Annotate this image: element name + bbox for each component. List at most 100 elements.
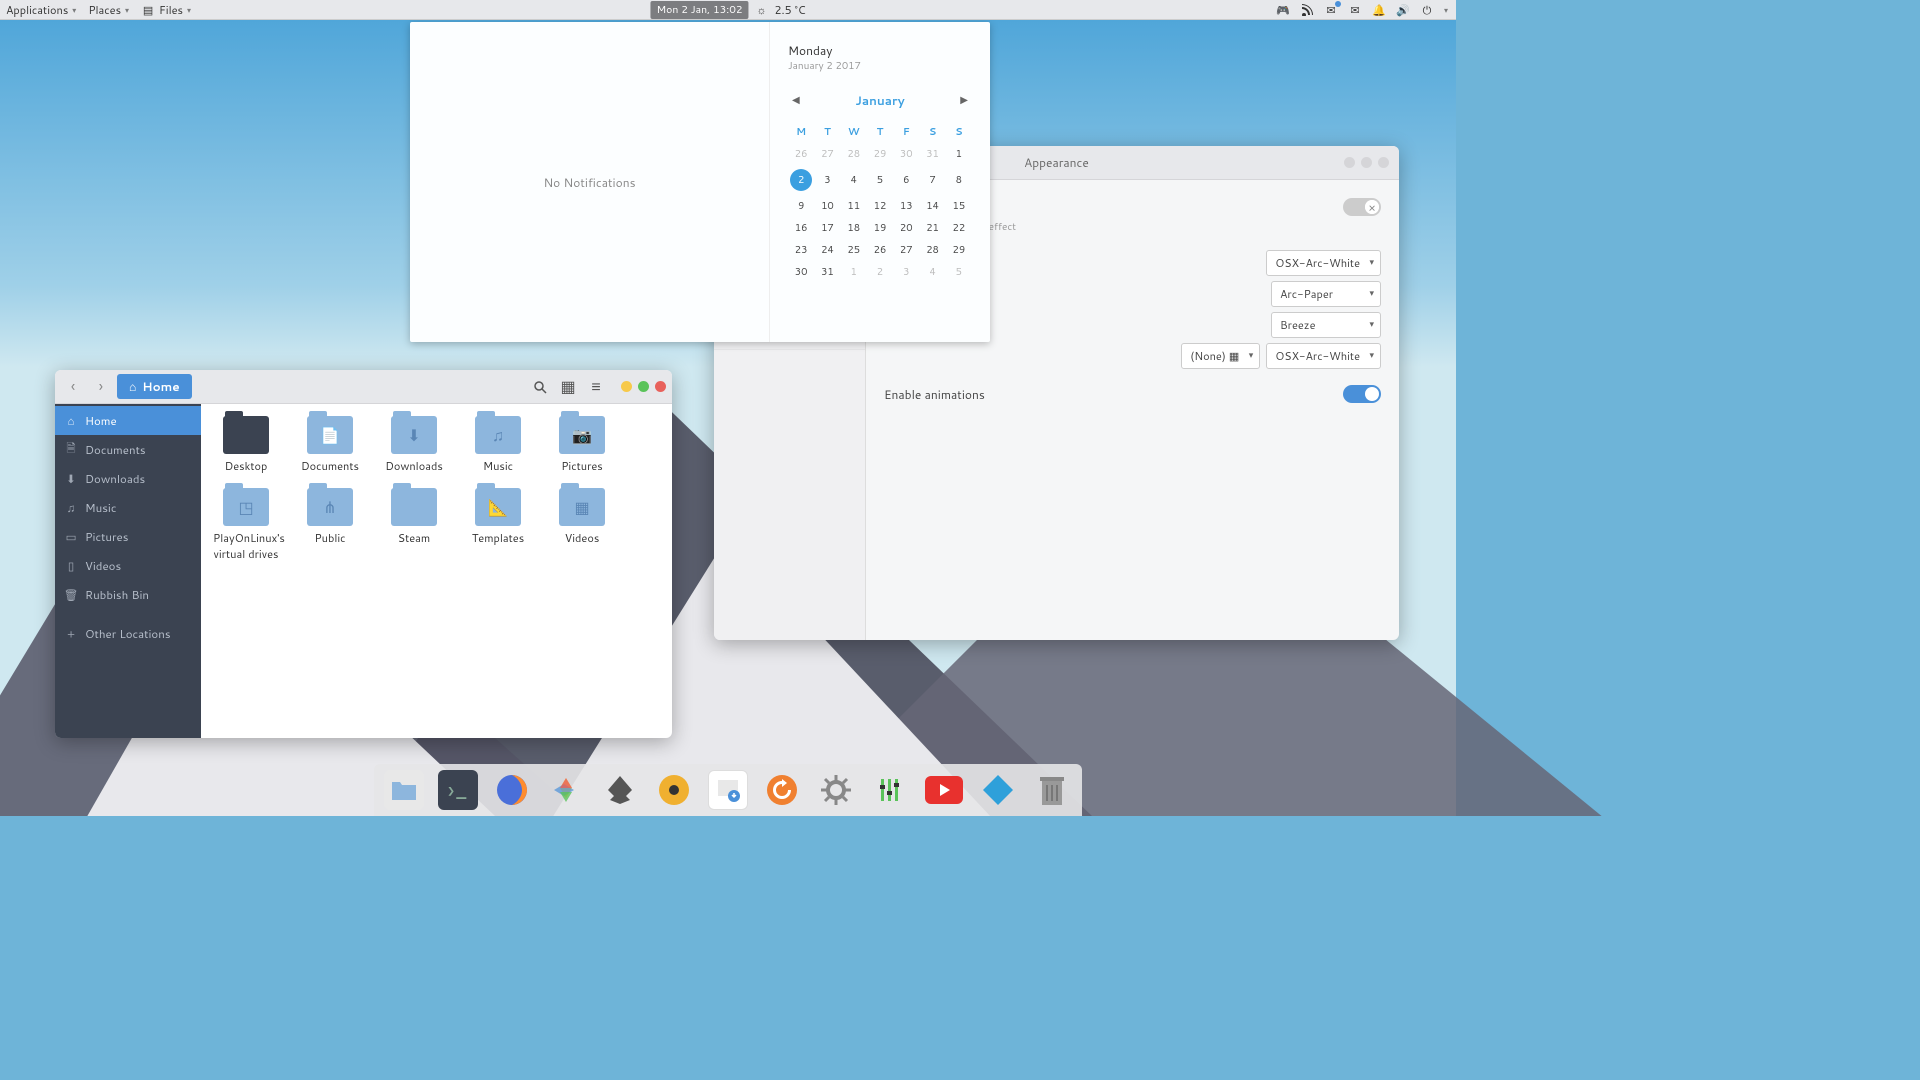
minimize-button[interactable] [1344, 157, 1355, 168]
folder-music[interactable]: ♫Music [465, 416, 531, 474]
calendar-day[interactable]: 19 [867, 217, 893, 239]
power-icon[interactable]: ⏻ [1420, 3, 1434, 17]
calendar-day[interactable]: 13 [893, 195, 919, 217]
places-menu[interactable]: Places▾ [82, 0, 135, 20]
rss-icon[interactable] [1300, 3, 1314, 17]
folder-pictures[interactable]: 📷Pictures [549, 416, 615, 474]
close-button[interactable] [1378, 157, 1389, 168]
calendar-day[interactable]: 22 [946, 217, 972, 239]
folder-documents[interactable]: 📄Documents [297, 416, 363, 474]
calendar-day[interactable]: 26 [867, 239, 893, 261]
dock-install-icon[interactable] [708, 770, 748, 810]
calendar-day[interactable]: 15 [946, 195, 972, 217]
dock-photos-icon[interactable] [546, 770, 586, 810]
calendar-day[interactable]: 18 [841, 217, 867, 239]
dock-trash-icon[interactable] [1032, 770, 1072, 810]
calendar-day[interactable]: 25 [841, 239, 867, 261]
calendar-day[interactable]: 31 [814, 261, 840, 283]
folder-playonlinux-s-virtual-drives[interactable]: ◳PlayOnLinux's virtual drives [213, 488, 279, 562]
minimize-button[interactable] [621, 381, 632, 392]
folder-desktop[interactable]: Desktop [213, 416, 279, 474]
dock-youtube-icon[interactable] [924, 770, 964, 810]
calendar-day[interactable]: 21 [919, 217, 945, 239]
enable-animations-toggle[interactable] [1343, 385, 1381, 403]
calendar-day[interactable]: 28 [919, 239, 945, 261]
calendar-day[interactable]: 26 [788, 143, 814, 165]
calendar-day[interactable]: 29 [946, 239, 972, 261]
calendar-day[interactable]: 30 [893, 143, 919, 165]
sidebar-item-rubbish-bin[interactable]: 🗑Rubbish Bin [55, 580, 201, 609]
applications-menu[interactable]: Applications▾ [0, 0, 82, 20]
icons-theme-combo[interactable]: Arc-Paper [1271, 281, 1381, 307]
calendar-day[interactable]: 3 [814, 165, 840, 195]
forward-button[interactable]: › [89, 375, 113, 399]
dock-kodi-icon[interactable] [978, 770, 1018, 810]
files-titlebar[interactable]: ‹ › ⌂ Home ▦ ≡ [55, 370, 672, 404]
shell-theme-combo[interactable]: OSX-Arc-White [1266, 343, 1381, 369]
dock-files-icon[interactable] [384, 770, 424, 810]
calendar-day[interactable]: 16 [788, 217, 814, 239]
calendar-day[interactable]: 28 [841, 143, 867, 165]
sidebar-item-videos[interactable]: ▯Videos [55, 551, 201, 580]
clock[interactable]: Mon 2 Jan, 13:02 [650, 1, 748, 19]
calendar-day[interactable]: 17 [814, 217, 840, 239]
folder-videos[interactable]: ▦Videos [549, 488, 615, 562]
calendar-day[interactable]: 29 [867, 143, 893, 165]
close-button[interactable] [655, 381, 666, 392]
calendar-day[interactable]: 7 [919, 165, 945, 195]
calendar-day[interactable]: 27 [814, 143, 840, 165]
dock-brasero-icon[interactable] [654, 770, 694, 810]
calendar-day[interactable]: 2 [788, 165, 814, 195]
calendar-day[interactable]: 1 [841, 261, 867, 283]
background-none-combo[interactable]: (None) ▦ [1181, 343, 1260, 369]
volume-icon[interactable]: 🔊 [1396, 3, 1410, 17]
calendar-day[interactable]: 2 [867, 261, 893, 283]
calendar-day[interactable]: 24 [814, 239, 840, 261]
calendar-day[interactable]: 3 [893, 261, 919, 283]
next-month-button[interactable]: ▶ [956, 91, 972, 109]
calendar-day[interactable]: 27 [893, 239, 919, 261]
dock-jack-icon[interactable] [870, 770, 910, 810]
sidebar-item-documents[interactable]: 🗎Documents [55, 435, 201, 464]
folder-templates[interactable]: 📐Templates [465, 488, 531, 562]
calendar-day[interactable]: 1 [946, 143, 972, 165]
back-button[interactable]: ‹ [61, 375, 85, 399]
calendar-day[interactable]: 23 [788, 239, 814, 261]
sidebar-item-music[interactable]: ♫Music [55, 493, 201, 522]
calendar-day[interactable]: 12 [867, 195, 893, 217]
calendar-day[interactable]: 10 [814, 195, 840, 217]
folder-downloads[interactable]: ⬇Downloads [381, 416, 447, 474]
grid-view-button[interactable]: ▦ [559, 378, 577, 396]
calendar-day[interactable]: 4 [919, 261, 945, 283]
sidebar-item-pictures[interactable]: ▭Pictures [55, 522, 201, 551]
calendar-day[interactable]: 9 [788, 195, 814, 217]
calendar-day[interactable]: 31 [919, 143, 945, 165]
dock-inkscape-icon[interactable] [600, 770, 640, 810]
mail-icon[interactable]: ✉ [1348, 3, 1362, 17]
calendar-day[interactable]: 8 [946, 165, 972, 195]
calendar-day[interactable]: 14 [919, 195, 945, 217]
cursor-theme-combo[interactable]: Breeze [1271, 312, 1381, 338]
mail-new-icon[interactable]: ✉ [1324, 3, 1338, 17]
controller-icon[interactable]: 🎮 [1276, 3, 1290, 17]
path-home-button[interactable]: ⌂ Home [117, 374, 192, 399]
calendar-day[interactable]: 5 [867, 165, 893, 195]
dock-firefox-icon[interactable] [492, 770, 532, 810]
calendar-day[interactable]: 5 [946, 261, 972, 283]
calendar-day[interactable]: 11 [841, 195, 867, 217]
folder-public[interactable]: ⋔Public [297, 488, 363, 562]
sidebar-item-downloads[interactable]: ⬇Downloads [55, 464, 201, 493]
prev-month-button[interactable]: ◀ [788, 91, 804, 109]
dock-update-icon[interactable] [762, 770, 802, 810]
global-dark-toggle[interactable] [1343, 198, 1381, 216]
gtk-theme-combo[interactable]: OSX-Arc-White [1266, 250, 1381, 276]
weather-temp[interactable]: 2.5 °C [775, 2, 806, 18]
sidebar-other-locations[interactable]: +Other Locations [55, 619, 201, 648]
dock-settings-icon[interactable] [816, 770, 856, 810]
hamburger-menu-button[interactable]: ≡ [587, 378, 605, 396]
dock-terminal-icon[interactable]: ›_ [438, 770, 478, 810]
calendar-day[interactable]: 20 [893, 217, 919, 239]
sidebar-item-home[interactable]: ⌂Home [55, 406, 201, 435]
calendar-day[interactable]: 30 [788, 261, 814, 283]
maximize-button[interactable] [1361, 157, 1372, 168]
